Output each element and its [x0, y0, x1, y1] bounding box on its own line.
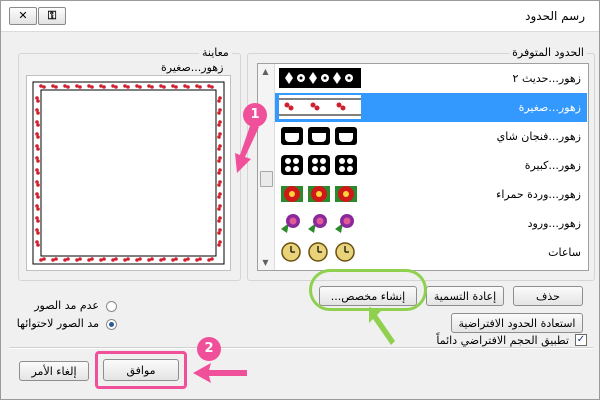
apply-default-size-checkbox[interactable]: ✓ [575, 334, 587, 346]
help-icon[interactable]: ⚿ [38, 7, 66, 25]
no-stretch-label: عدم مد الصور [34, 299, 99, 312]
scroll-down-icon[interactable]: ▼ [260, 257, 271, 268]
apply-default-size-label: تطبيق الحجم الافتراضي دائماً [436, 334, 569, 347]
callout-badge: 2 [197, 337, 221, 361]
stretch-to-fit-radio[interactable] [106, 319, 117, 330]
dialog-title: رسم الحدود [525, 9, 585, 23]
list-item[interactable]: ساعات [275, 238, 587, 267]
list-item-label: ساعات [548, 246, 581, 259]
border-preview-canvas [32, 81, 225, 265]
green-arrow-icon [369, 307, 395, 345]
list-item-selected[interactable]: زهور...صغيرة [275, 93, 587, 122]
scroll-up-icon[interactable]: ▲ [260, 66, 271, 77]
delete-button[interactable]: حذف [513, 286, 583, 306]
available-borders-label: الحدود المتوفرة [509, 46, 587, 59]
list-item[interactable]: زهور...حديث ٢ [275, 64, 587, 93]
clocks-swatch-icon [279, 240, 361, 264]
list-item-label: زهور...كبيرة [524, 159, 581, 172]
roses-swatch-icon [279, 211, 361, 235]
pink-arrow-icon [193, 363, 247, 383]
cancel-button[interactable]: إلغاء الأمر [19, 361, 89, 381]
red-rose-swatch-icon [279, 182, 361, 206]
flowers-large-swatch-icon [279, 153, 361, 177]
borders-dialog: ✕ ⚿ رسم الحدود الحدود المتوفرة ▲ ▼ زهور.… [0, 0, 600, 400]
flowers-modern-swatch-icon [279, 66, 361, 90]
list-item-label: زهور...حديث ٢ [512, 72, 581, 85]
restore-defaults-button[interactable]: استعادة الحدود الافتراضية [451, 313, 583, 333]
list-item-label: زهور...فنجان شاي [496, 130, 581, 143]
preview-label: معاينة [199, 46, 232, 59]
list-item[interactable]: زهور...ورود [275, 209, 587, 238]
title-bar: ✕ ⚿ رسم الحدود [1, 1, 599, 32]
close-icon[interactable]: ✕ [9, 7, 37, 25]
list-item[interactable]: زهور...فنجان شاي [275, 122, 587, 151]
borders-list[interactable]: ▲ ▼ زهور...حديث ٢ زهور...صغيرة زهور...فن… [257, 63, 589, 271]
ok-button[interactable]: موافق [103, 359, 179, 381]
preview-border-name: زهور...صغيرة [161, 61, 224, 74]
flowers-small-swatch-icon [279, 95, 361, 119]
list-item-label: زهور...ورود [527, 217, 581, 230]
rename-button[interactable]: إعادة التسمية [426, 286, 504, 306]
pink-arrow-icon [235, 123, 259, 173]
separator [9, 347, 593, 349]
list-item[interactable]: زهور...كبيرة [275, 151, 587, 180]
list-item-label: زهور...صغيرة [518, 101, 581, 114]
teacups-swatch-icon [279, 124, 361, 148]
border-preview [26, 75, 231, 271]
no-stretch-radio[interactable] [106, 301, 117, 312]
stretch-to-fit-label: مد الصور لاحتوائها [16, 317, 99, 330]
list-item-label: زهور...وردة حمراء [496, 188, 581, 201]
list-item[interactable]: زهور...وردة حمراء [275, 180, 587, 209]
